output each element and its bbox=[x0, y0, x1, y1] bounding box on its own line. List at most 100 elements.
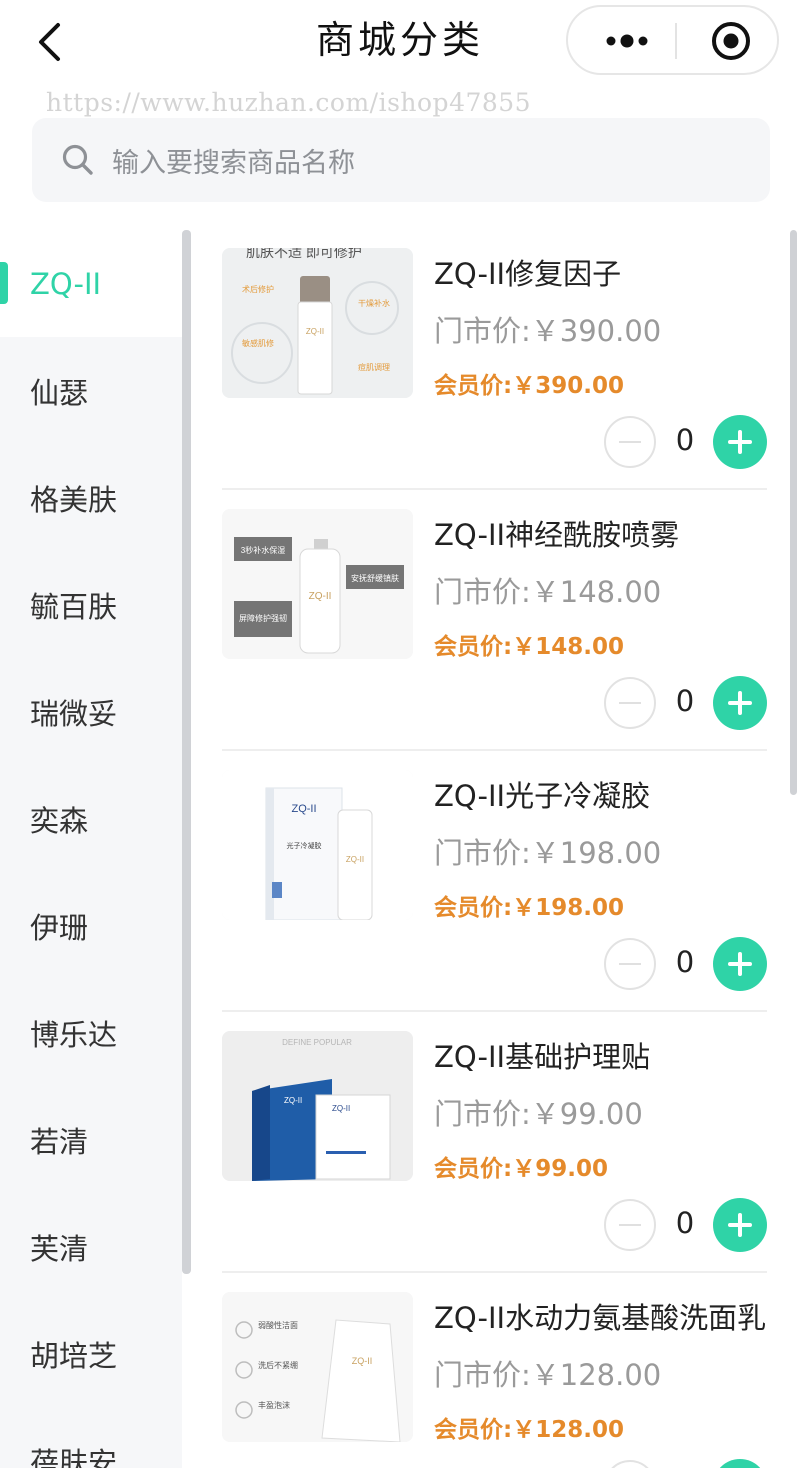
sidebar-item-label: 蓓肤安 bbox=[30, 1445, 118, 1468]
sidebar-item-label: 博乐达 bbox=[30, 1017, 118, 1052]
product-name[interactable]: ZQ-II基础护理贴 bbox=[434, 1034, 650, 1076]
divider bbox=[222, 1271, 767, 1273]
sidebar-item-label: 格美肤 bbox=[30, 482, 118, 517]
product-name[interactable]: ZQ-II神经酰胺喷雾 bbox=[434, 512, 679, 554]
image-box-title: 光子冷凝胶 bbox=[287, 841, 322, 850]
increase-quantity-button[interactable] bbox=[713, 937, 767, 991]
image-tag: 屏障修护强韧 bbox=[239, 613, 287, 623]
quantity-value: 0 bbox=[675, 945, 695, 979]
increase-quantity-button[interactable] bbox=[713, 1459, 767, 1468]
increase-quantity-button[interactable] bbox=[713, 1198, 767, 1252]
more-dots-icon bbox=[606, 34, 648, 48]
image-brand: ZQ-II bbox=[284, 1096, 302, 1105]
sidebar-item-label: 奕森 bbox=[30, 803, 89, 838]
sidebar-item-label: 毓百肤 bbox=[30, 589, 118, 624]
close-button[interactable] bbox=[696, 15, 766, 67]
active-indicator bbox=[0, 262, 8, 304]
product-image[interactable]: ZQ-II 光子冷凝胶 ZQ-II bbox=[222, 770, 413, 920]
product-card[interactable]: DEFINE POPULAR ZQ-II ZQ-II ZQ-II基础护理贴 门市… bbox=[191, 1013, 781, 1274]
sidebar-item-ruiweituo[interactable]: 瑞微妥 bbox=[0, 658, 182, 765]
image-brand: ZQ-II bbox=[291, 803, 316, 815]
sidebar-scrollbar[interactable] bbox=[182, 230, 191, 1274]
divider bbox=[222, 749, 767, 751]
sidebar-item-yishan[interactable]: 伊珊 bbox=[0, 872, 182, 979]
product-card[interactable]: 3秒补水保湿 安抚舒缓镇肤 屏障修护强韧 ZQ-II ZQ-II神经酰胺喷雾 门… bbox=[191, 491, 781, 752]
image-tag: 痘肌调理 bbox=[358, 362, 390, 372]
product-card[interactable]: 肌肤不适 即可修护 ZQ-II 术后修护 干燥补水 敏感肌修 痘肌调理 ZQ-I… bbox=[191, 230, 781, 491]
sidebar-item-hupeizhi[interactable]: 胡培芝 bbox=[0, 1300, 182, 1407]
increase-quantity-button[interactable] bbox=[713, 415, 767, 469]
image-brand: ZQ-II bbox=[306, 327, 324, 336]
sidebar-item-xianse[interactable]: 仙瑟 bbox=[0, 337, 182, 444]
image-tag: 干燥补水 bbox=[358, 298, 390, 308]
product-list-scrollbar[interactable] bbox=[790, 230, 797, 795]
image-banner: DEFINE POPULAR bbox=[282, 1038, 352, 1047]
image-headline: 肌肤不适 即可修护 bbox=[246, 248, 362, 260]
member-price: 会员价:￥390.00 bbox=[434, 373, 624, 399]
more-button[interactable] bbox=[582, 15, 672, 67]
image-tag: 安抚舒缓镇肤 bbox=[351, 573, 399, 583]
quantity-value: 0 bbox=[675, 684, 695, 718]
member-price: 会员价:￥128.00 bbox=[434, 1417, 624, 1443]
product-list: 肌肤不适 即可修护 ZQ-II 术后修护 干燥补水 敏感肌修 痘肌调理 ZQ-I… bbox=[191, 230, 800, 1468]
quantity-value: 0 bbox=[675, 423, 695, 457]
decrease-quantity-button[interactable] bbox=[604, 1460, 656, 1468]
image-brand: ZQ-II bbox=[352, 1356, 373, 1366]
mini-program-capsule bbox=[566, 5, 779, 75]
divider bbox=[222, 488, 767, 490]
product-image[interactable]: 弱酸性洁面 洗后不紧绷 丰盈泡沫 ZQ-II bbox=[222, 1292, 413, 1442]
image-tag: 3秒补水保湿 bbox=[241, 545, 285, 555]
image-tag: 洗后不紧绷 bbox=[258, 1360, 298, 1370]
sidebar-item-gemeifu[interactable]: 格美肤 bbox=[0, 444, 182, 551]
sidebar-item-boleda[interactable]: 博乐达 bbox=[0, 979, 182, 1086]
sidebar-item-label: 仙瑟 bbox=[30, 375, 89, 410]
market-price: 门市价:￥198.00 bbox=[434, 836, 662, 870]
svg-text:ZQ-II: ZQ-II bbox=[346, 855, 364, 864]
increase-quantity-button[interactable] bbox=[713, 676, 767, 730]
sidebar-item-label: 胡培芝 bbox=[30, 1338, 118, 1373]
product-card[interactable]: 弱酸性洁面 洗后不紧绷 丰盈泡沫 ZQ-II ZQ-II水动力氨基酸洗面乳 门市… bbox=[191, 1274, 781, 1468]
product-image[interactable]: 3秒补水保湿 安抚舒缓镇肤 屏障修护强韧 ZQ-II bbox=[222, 509, 413, 659]
market-price: 门市价:￥390.00 bbox=[434, 314, 662, 348]
decrease-quantity-button[interactable] bbox=[604, 938, 656, 990]
product-image[interactable]: DEFINE POPULAR ZQ-II ZQ-II bbox=[222, 1031, 413, 1181]
sidebar-item-label: 若清 bbox=[30, 1124, 89, 1159]
sidebar-item-zq-ii[interactable]: ZQ-II bbox=[0, 230, 182, 337]
product-card[interactable]: ZQ-II 光子冷凝胶 ZQ-II ZQ-II光子冷凝胶 门市价:￥198.00… bbox=[191, 752, 781, 1013]
divider bbox=[222, 1010, 767, 1012]
search-icon bbox=[60, 142, 96, 178]
market-price: 门市价:￥128.00 bbox=[434, 1358, 662, 1392]
sidebar-item-yubaifu[interactable]: 毓百肤 bbox=[0, 551, 182, 658]
capsule-divider bbox=[675, 23, 677, 59]
sidebar-item-label: 芙清 bbox=[30, 1231, 89, 1266]
search-placeholder: 输入要搜索商品名称 bbox=[112, 147, 355, 179]
member-price: 会员价:￥198.00 bbox=[434, 895, 624, 921]
sidebar-item-label: 瑞微妥 bbox=[30, 696, 118, 731]
page: 商城分类 https://www.huzhan.com/ishop47855 输… bbox=[0, 0, 800, 1468]
category-sidebar: ZQ-II 仙瑟 格美肤 毓百肤 瑞微妥 奕森 伊珊 博乐达 若清 芙清 胡培芝 bbox=[0, 230, 182, 1468]
member-price: 会员价:￥148.00 bbox=[434, 634, 624, 660]
search-input[interactable]: 输入要搜索商品名称 bbox=[32, 118, 770, 202]
decrease-quantity-button[interactable] bbox=[604, 1199, 656, 1251]
sidebar-item-label: ZQ-II bbox=[30, 266, 102, 301]
image-tag: 弱酸性洁面 bbox=[258, 1320, 298, 1330]
image-tag: 丰盈泡沫 bbox=[258, 1400, 290, 1410]
record-circle-icon bbox=[712, 22, 750, 60]
image-tag: 敏感肌修 bbox=[242, 338, 274, 348]
sidebar-item-yisen[interactable]: 奕森 bbox=[0, 765, 182, 872]
sidebar-item-ruoqing[interactable]: 若清 bbox=[0, 1086, 182, 1193]
product-name[interactable]: ZQ-II修复因子 bbox=[434, 251, 621, 293]
nav-bar: 商城分类 bbox=[0, 0, 800, 84]
market-price: 门市价:￥148.00 bbox=[434, 575, 662, 609]
svg-text:ZQ-II: ZQ-II bbox=[332, 1104, 350, 1113]
market-price: 门市价:￥99.00 bbox=[434, 1097, 643, 1131]
product-name[interactable]: ZQ-II水动力氨基酸洗面乳 bbox=[434, 1295, 766, 1337]
image-tag: 术后修护 bbox=[242, 284, 274, 294]
product-image[interactable]: 肌肤不适 即可修护 ZQ-II 术后修护 干燥补水 敏感肌修 痘肌调理 bbox=[222, 248, 413, 398]
decrease-quantity-button[interactable] bbox=[604, 677, 656, 729]
product-name[interactable]: ZQ-II光子冷凝胶 bbox=[434, 773, 650, 815]
sidebar-item-beifuan[interactable]: 蓓肤安 bbox=[0, 1407, 182, 1468]
sidebar-item-label: 伊珊 bbox=[30, 910, 89, 945]
sidebar-item-fuqing[interactable]: 芙清 bbox=[0, 1193, 182, 1300]
decrease-quantity-button[interactable] bbox=[604, 416, 656, 468]
